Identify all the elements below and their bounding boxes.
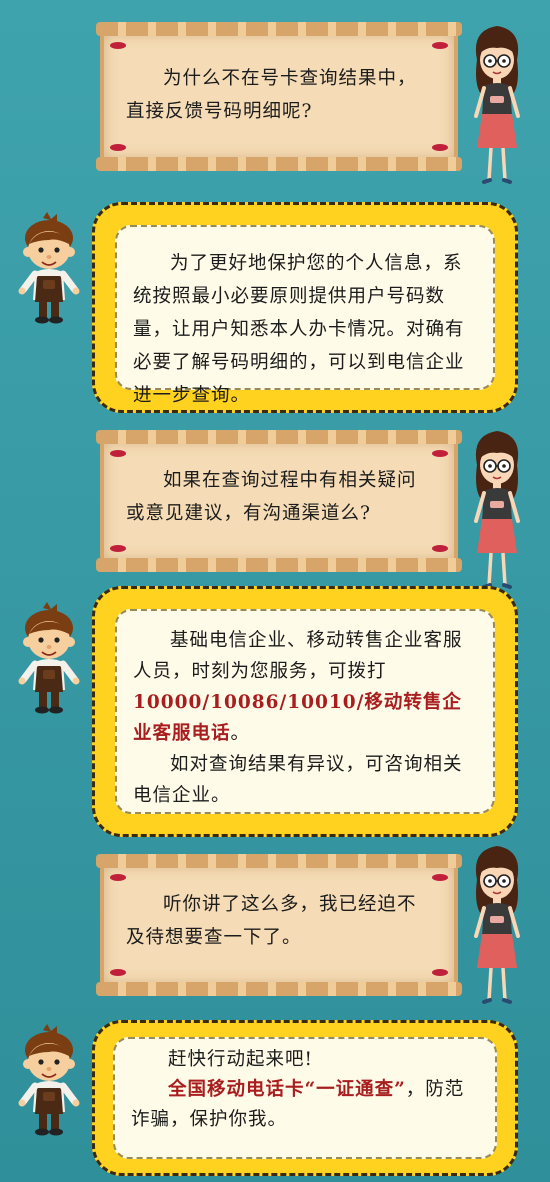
boy-character	[8, 600, 90, 718]
answer-paragraph: 全国移动电话卡“一证通查”，防范诈骗，保护你我。	[131, 1079, 465, 1130]
dot-decoration	[432, 545, 448, 552]
girl-character	[473, 24, 521, 184]
question-card-2: 如果在查询过程中有相关疑问或意见建议，有沟通渠道么?	[96, 430, 462, 572]
dot-decoration	[110, 969, 126, 976]
question-card-1: 为什么不在号卡查询结果中，直接反馈号码明细呢?	[96, 22, 462, 171]
dot-decoration	[110, 450, 126, 457]
dot-decoration	[110, 42, 126, 49]
answer-paragraph: 基础电信企业、移动转售企业客服人员，时刻为您服务，可拨打10000/10086/…	[133, 630, 463, 744]
girl-character	[473, 429, 521, 589]
dot-decoration	[432, 144, 448, 151]
campaign-highlight: 全国移动电话卡“一证通查”	[168, 1079, 406, 1100]
dot-decoration	[110, 874, 126, 881]
answer-card-3: 赶快行动起来吧! 全国移动电话卡“一证通查”，防范诈骗，保护你我。	[92, 1020, 518, 1176]
hotline-highlight: 10000/10086/10010/移动转售企业客服电话	[133, 692, 462, 744]
dot-decoration	[110, 144, 126, 151]
answer-paragraph: 赶快行动起来吧!	[168, 1049, 313, 1070]
dot-decoration	[432, 874, 448, 881]
girl-character	[473, 844, 521, 1004]
question-text: 如果在查询过程中有相关疑问或意见建议，有沟通渠道么?	[126, 470, 417, 524]
answer-card-2: 基础电信企业、移动转售企业客服人员，时刻为您服务，可拨打10000/10086/…	[92, 586, 518, 837]
dot-decoration	[110, 545, 126, 552]
dot-decoration	[432, 42, 448, 49]
answer-text: 为了更好地保护您的个人信息，系统按照最小必要原则提供用户号码数量，让用户知悉本人…	[133, 253, 465, 406]
dot-decoration	[432, 450, 448, 457]
question-text: 听你讲了这么多，我已经迫不及待想要查一下了。	[126, 894, 417, 948]
boy-character	[8, 1022, 90, 1140]
boy-character	[8, 210, 90, 328]
question-text: 为什么不在号卡查询结果中，直接反馈号码明细呢?	[126, 68, 417, 122]
answer-paragraph: 如对查询结果有异议，可咨询相关电信企业。	[133, 754, 463, 806]
dialog-scene: 为什么不在号卡查询结果中，直接反馈号码明细呢? 为了更好地保护您的个人信息，系统…	[0, 0, 550, 1182]
answer-card-1: 为了更好地保护您的个人信息，系统按照最小必要原则提供用户号码数量，让用户知悉本人…	[92, 202, 518, 413]
dot-decoration	[432, 969, 448, 976]
question-card-3: 听你讲了这么多，我已经迫不及待想要查一下了。	[96, 854, 462, 996]
